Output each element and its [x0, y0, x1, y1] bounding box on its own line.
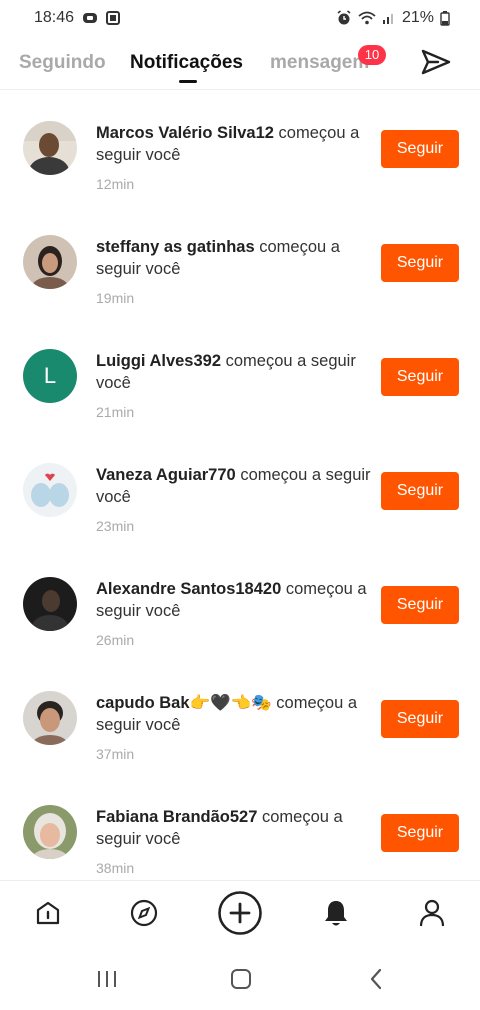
notification-item[interactable]: capudo Bak👉🖤👈🎭 começou a seguir você 37m… [0, 660, 480, 774]
avatar[interactable] [23, 691, 77, 745]
recent-apps-button[interactable] [87, 966, 127, 996]
nav-profile[interactable] [408, 893, 456, 937]
explore-icon [129, 898, 159, 933]
send-icon [421, 49, 451, 80]
avatar[interactable] [23, 121, 77, 175]
avatar[interactable] [23, 235, 77, 289]
system-nav [0, 950, 480, 1010]
avatar[interactable] [23, 577, 77, 631]
send-button[interactable] [418, 48, 454, 80]
username[interactable]: Marcos Valério Silva12 [96, 124, 274, 142]
home-button-icon [230, 968, 252, 995]
notifications-icon [322, 898, 350, 933]
messages-badge: 10 [358, 45, 386, 65]
back-icon [368, 968, 384, 995]
notification-item[interactable]: Fabiana Brandão527 começou a seguir você… [0, 774, 480, 880]
create-icon [217, 890, 263, 941]
follow-button[interactable]: Seguir [381, 586, 459, 624]
avatar[interactable] [23, 463, 77, 517]
notification-item[interactable]: steffany as gatinhas começou a seguir vo… [0, 204, 480, 318]
message-icon [82, 11, 98, 25]
notification-item[interactable]: Alexandre Santos18420 começou a seguir v… [0, 546, 480, 660]
active-tab-indicator [179, 80, 197, 83]
header: Seguindo Notificações mensagem 10 [0, 40, 480, 90]
battery-icon [440, 10, 450, 26]
nav-notifications[interactable] [312, 893, 360, 937]
follow-button[interactable]: Seguir [381, 814, 459, 852]
status-time: 18:46 [34, 9, 75, 26]
nav-explore[interactable] [120, 893, 168, 937]
notification-time: 38min [96, 860, 135, 876]
avatar[interactable]: L [23, 349, 77, 403]
alarm-icon [336, 10, 352, 26]
notification-item[interactable]: L Luiggi Alves392 começou a seguir você … [0, 318, 480, 432]
follow-button[interactable]: Seguir [381, 130, 459, 168]
signal-icon [382, 11, 396, 25]
battery-percent: 21% [401, 9, 434, 26]
wifi-icon [358, 11, 376, 25]
follow-button[interactable]: Seguir [381, 244, 459, 282]
notification-item[interactable]: Marcos Valério Silva12 começou a seguir … [0, 90, 480, 204]
profile-icon [418, 898, 446, 933]
notification-time: 12min [96, 176, 135, 192]
notification-time: 37min [96, 746, 135, 762]
notification-time: 26min [96, 632, 135, 648]
notification-list[interactable]: Marcos Valério Silva12 começou a seguir … [0, 90, 480, 880]
username[interactable]: Vaneza Aguiar770 [96, 466, 236, 484]
follow-button[interactable]: Seguir [381, 700, 459, 738]
notification-time: 21min [96, 404, 135, 420]
media-icon [106, 11, 121, 25]
bottom-nav [0, 880, 480, 950]
nav-create[interactable] [216, 890, 264, 937]
home-button[interactable] [221, 966, 261, 996]
back-button[interactable] [356, 966, 396, 996]
notification-time: 19min [96, 290, 135, 306]
status-bar: 18:46 21% [0, 0, 480, 36]
recent-apps-icon [96, 969, 118, 994]
username[interactable]: capudo Bak👉🖤👈🎭 [96, 694, 272, 712]
tab-following[interactable]: Seguindo [19, 52, 106, 74]
username[interactable]: Luiggi Alves392 [96, 352, 221, 370]
avatar[interactable] [23, 805, 77, 859]
nav-home[interactable] [24, 893, 72, 937]
notification-item[interactable]: Vaneza Aguiar770 começou a seguir você 2… [0, 432, 480, 546]
follow-button[interactable]: Seguir [381, 472, 459, 510]
notification-time: 23min [96, 518, 135, 534]
username[interactable]: Alexandre Santos18420 [96, 580, 281, 598]
username[interactable]: steffany as gatinhas [96, 238, 255, 256]
avatar-letter: L [43, 363, 57, 388]
follow-button[interactable]: Seguir [381, 358, 459, 396]
home-icon [34, 899, 62, 932]
tab-notifications[interactable]: Notificações [130, 52, 243, 74]
username[interactable]: Fabiana Brandão527 [96, 808, 257, 826]
